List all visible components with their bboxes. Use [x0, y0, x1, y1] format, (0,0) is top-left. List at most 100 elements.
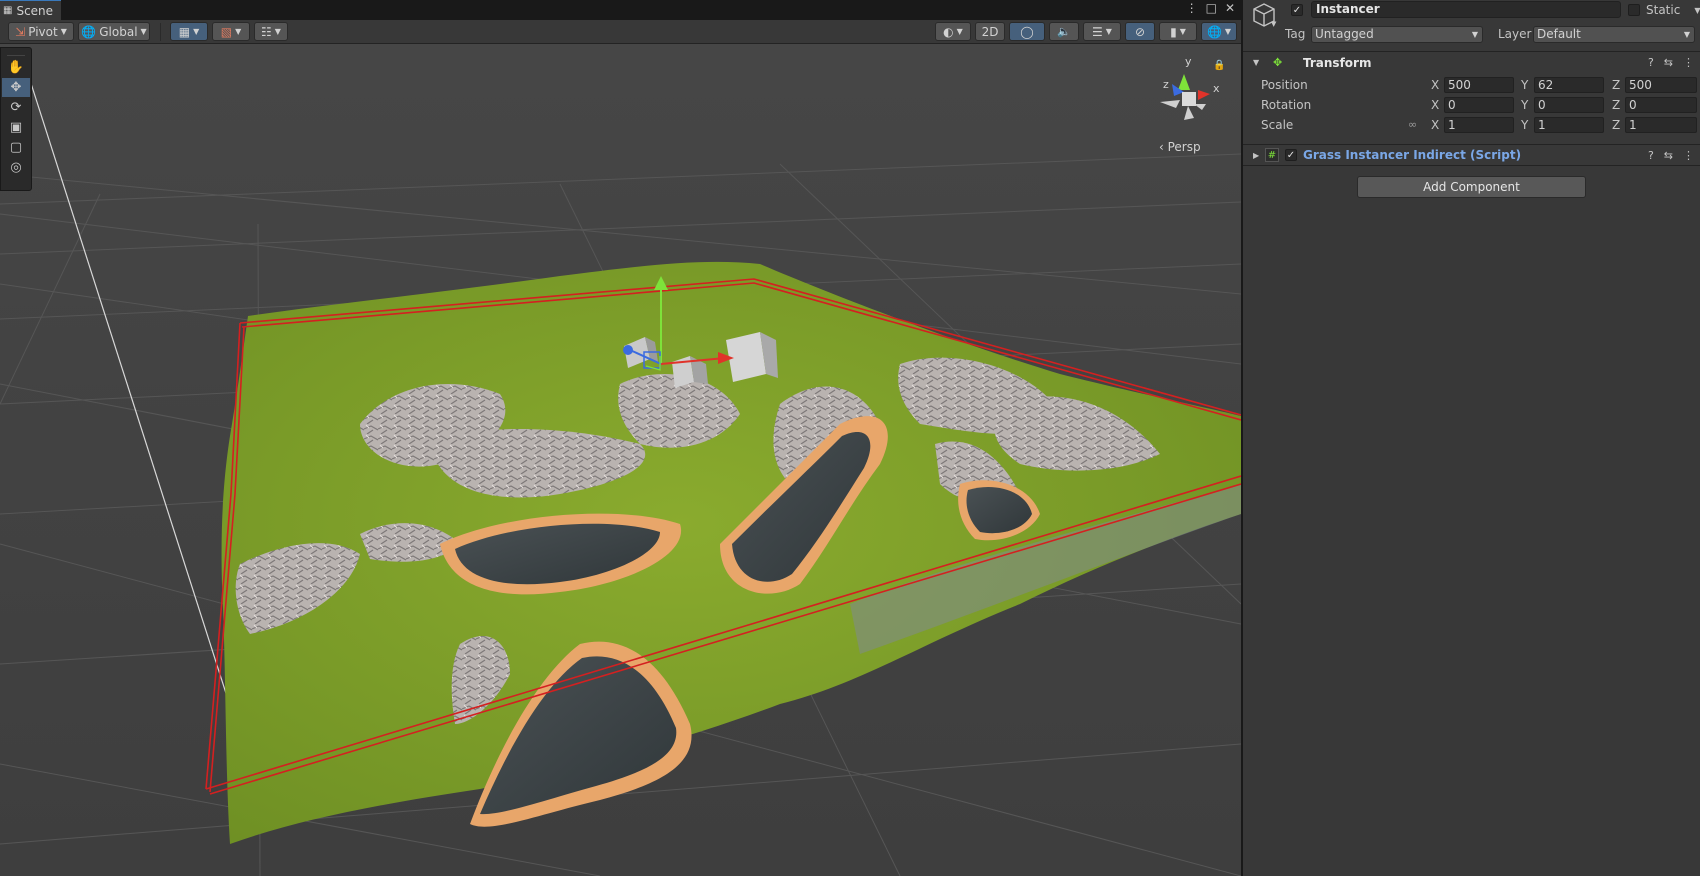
palette-handle[interactable] [7, 48, 25, 56]
light-bulb-icon: ◯ [1020, 24, 1034, 39]
pivot-dropdown[interactable]: ⇲ Pivot ▼ [8, 22, 74, 41]
camera-icon: ▮ [1170, 24, 1177, 39]
chevron-down-icon: ▼ [193, 27, 200, 36]
context-menu-icon[interactable]: ⋮ [1683, 56, 1694, 69]
active-checkbox[interactable]: ✓ [1291, 4, 1303, 16]
script-component-header[interactable]: ▶ # ✓ Grass Instancer Indirect (Script) … [1243, 144, 1700, 166]
scale-y-axis: Y [1521, 118, 1529, 132]
presets-icon[interactable]: ⇆ [1664, 149, 1673, 162]
audio-toggle[interactable]: 🔈 [1049, 22, 1079, 41]
pivot-icon: ⇲ [15, 24, 26, 39]
collapse-arrow-icon[interactable]: ▼ [1253, 58, 1259, 67]
rotation-y-axis: Y [1521, 98, 1529, 112]
static-checkbox[interactable] [1628, 4, 1640, 16]
chevron-down-icon: ▼ [1224, 27, 1232, 36]
chevron-down-icon: ▼ [1105, 27, 1112, 36]
object-name-field[interactable]: Instancer [1311, 1, 1621, 18]
grid-snap-icon: ▦ [178, 24, 191, 39]
gizmo-z-label: z [1163, 78, 1169, 91]
rect-tool-icon[interactable]: ▢ [2, 138, 30, 157]
static-label: Static [1646, 3, 1681, 17]
rotation-y-field[interactable]: 0 [1534, 97, 1604, 113]
chevron-down-icon: ▼ [1471, 30, 1478, 39]
script-enabled-checkbox[interactable]: ✓ [1285, 149, 1297, 161]
scene-toolbar: ⇲ Pivot ▼ 🌐 Global ▼ ▦ ▼ ▧ ▼ ☷ ▼ ◐ ▼ 2D [0, 20, 1241, 44]
tag-value: Untagged [1315, 27, 1374, 41]
expand-arrow-icon[interactable]: ▶ [1253, 151, 1259, 160]
maximize-icon[interactable]: □ [1206, 1, 1217, 15]
hand-tool-icon[interactable]: ✋ [2, 58, 30, 77]
layers-icon: ☰ [1092, 24, 1103, 39]
move-tool-icon[interactable]: ✥ [2, 78, 30, 97]
help-icon[interactable]: ? [1648, 56, 1654, 69]
position-y-field[interactable]: 62 [1534, 77, 1604, 93]
scale-x-axis: X [1431, 118, 1440, 132]
constrain-proportions-icon[interactable]: ∞ [1408, 118, 1417, 131]
tool-palette: ✋ ✥ ⟳ ▣ ▢ ◎ [0, 47, 32, 191]
gizmos-dropdown[interactable]: 🌐 ▼ [1201, 22, 1237, 41]
transform-header[interactable]: ▼ ✥ Transform ? ⇆ ⋮ [1243, 51, 1700, 73]
gizmo-lock-icon[interactable]: 🔒 [1213, 60, 1225, 71]
position-z-field[interactable]: 500 [1625, 77, 1697, 93]
static-toggle[interactable]: Static ▼ [1628, 3, 1700, 17]
scale-y-field[interactable]: 1 [1534, 117, 1604, 133]
context-menu-icon[interactable]: ⋮ [1683, 149, 1694, 162]
global-label: Global [99, 24, 138, 39]
add-component-button[interactable]: Add Component [1357, 176, 1586, 198]
more-options-icon[interactable]: ⋮ [1186, 1, 1198, 15]
layer-label: Layer [1498, 27, 1532, 41]
scene-view-panel: ▦ Scene ⋮ □ ✕ ⇲ Pivot ▼ 🌐 Global ▼ ▦ ▼ ▧… [0, 0, 1241, 876]
effects-dropdown[interactable]: ☰ ▼ [1083, 22, 1121, 41]
rotate-tool-icon[interactable]: ⟳ [2, 98, 30, 117]
rotation-x-axis: X [1431, 98, 1440, 112]
scene-viewport[interactable] [0, 44, 1241, 876]
scale-z-field[interactable]: 1 [1625, 117, 1697, 133]
transform-tool-icon[interactable]: ◎ [2, 158, 30, 177]
global-dropdown[interactable]: 🌐 Global ▼ [78, 22, 150, 41]
chevron-down-icon: ▼ [60, 27, 67, 36]
grid-visibility-toggle[interactable]: ☷ ▼ [254, 22, 288, 41]
position-x-field[interactable]: 500 [1444, 77, 1514, 93]
rotation-x-field[interactable]: 0 [1444, 97, 1514, 113]
help-icon[interactable]: ? [1648, 149, 1654, 162]
snap-icon: ▧ [220, 24, 233, 39]
icon-dropdown-arrow-icon[interactable]: ▼ [1271, 20, 1276, 28]
position-y-axis: Y [1521, 78, 1529, 92]
lighting-toggle[interactable]: ◯ [1009, 22, 1045, 41]
tag-label: Tag [1285, 27, 1306, 41]
hidden-objects-toggle[interactable]: ⊘ [1125, 22, 1155, 41]
projection-toggle[interactable]: ‹ Persp [1159, 140, 1201, 154]
scene-tab[interactable]: ▦ Scene [0, 0, 62, 20]
scale-tool-icon[interactable]: ▣ [2, 118, 30, 137]
chevron-down-icon: ▼ [235, 27, 242, 36]
transform-fields: Position X 500 Y 62 Z 500 Rotation X 0 Y… [1243, 77, 1700, 137]
gizmo-globe-icon: 🌐 [1206, 24, 1222, 39]
layer-dropdown[interactable]: Default ▼ [1533, 26, 1695, 43]
2d-mode-toggle[interactable]: 2D [975, 22, 1005, 41]
scale-x-field[interactable]: 1 [1444, 117, 1514, 133]
transform-title: Transform [1303, 55, 1372, 70]
globe-icon: 🌐 [81, 24, 97, 39]
pivot-label: Pivot [28, 24, 58, 39]
chevron-down-icon[interactable]: ▼ [1694, 6, 1700, 15]
script-component-title[interactable]: Grass Instancer Indirect (Script) [1303, 148, 1521, 162]
gizmo-y-label: y [1185, 55, 1192, 68]
chevron-down-icon: ▼ [140, 27, 147, 36]
camera-dropdown[interactable]: ▮ ▼ [1159, 22, 1197, 41]
presets-icon[interactable]: ⇆ [1664, 56, 1673, 69]
increment-snap-toggle[interactable]: ▧ ▼ [212, 22, 250, 41]
inspector-panel: ▼ ✓ Instancer Static ▼ Tag Untagged ▼ La… [1241, 0, 1700, 876]
scene-tab-bar: ▦ Scene ⋮ □ ✕ [0, 0, 1241, 20]
chevron-down-icon: ▼ [1683, 30, 1690, 39]
orientation-gizmo[interactable]: y z x [1150, 50, 1240, 140]
tag-dropdown[interactable]: Untagged ▼ [1311, 26, 1483, 43]
position-label: Position [1261, 78, 1308, 92]
shading-sphere-icon: ◐ [943, 24, 954, 39]
scene-grid-icon: ▦ [3, 5, 13, 16]
rotation-z-field[interactable]: 0 [1625, 97, 1697, 113]
draw-mode-dropdown[interactable]: ◐ ▼ [935, 22, 971, 41]
chevron-down-icon: ▼ [1179, 27, 1186, 36]
grid-snap-toggle[interactable]: ▦ ▼ [170, 22, 208, 41]
scene-tab-label: Scene [16, 3, 54, 18]
close-icon[interactable]: ✕ [1225, 1, 1235, 15]
